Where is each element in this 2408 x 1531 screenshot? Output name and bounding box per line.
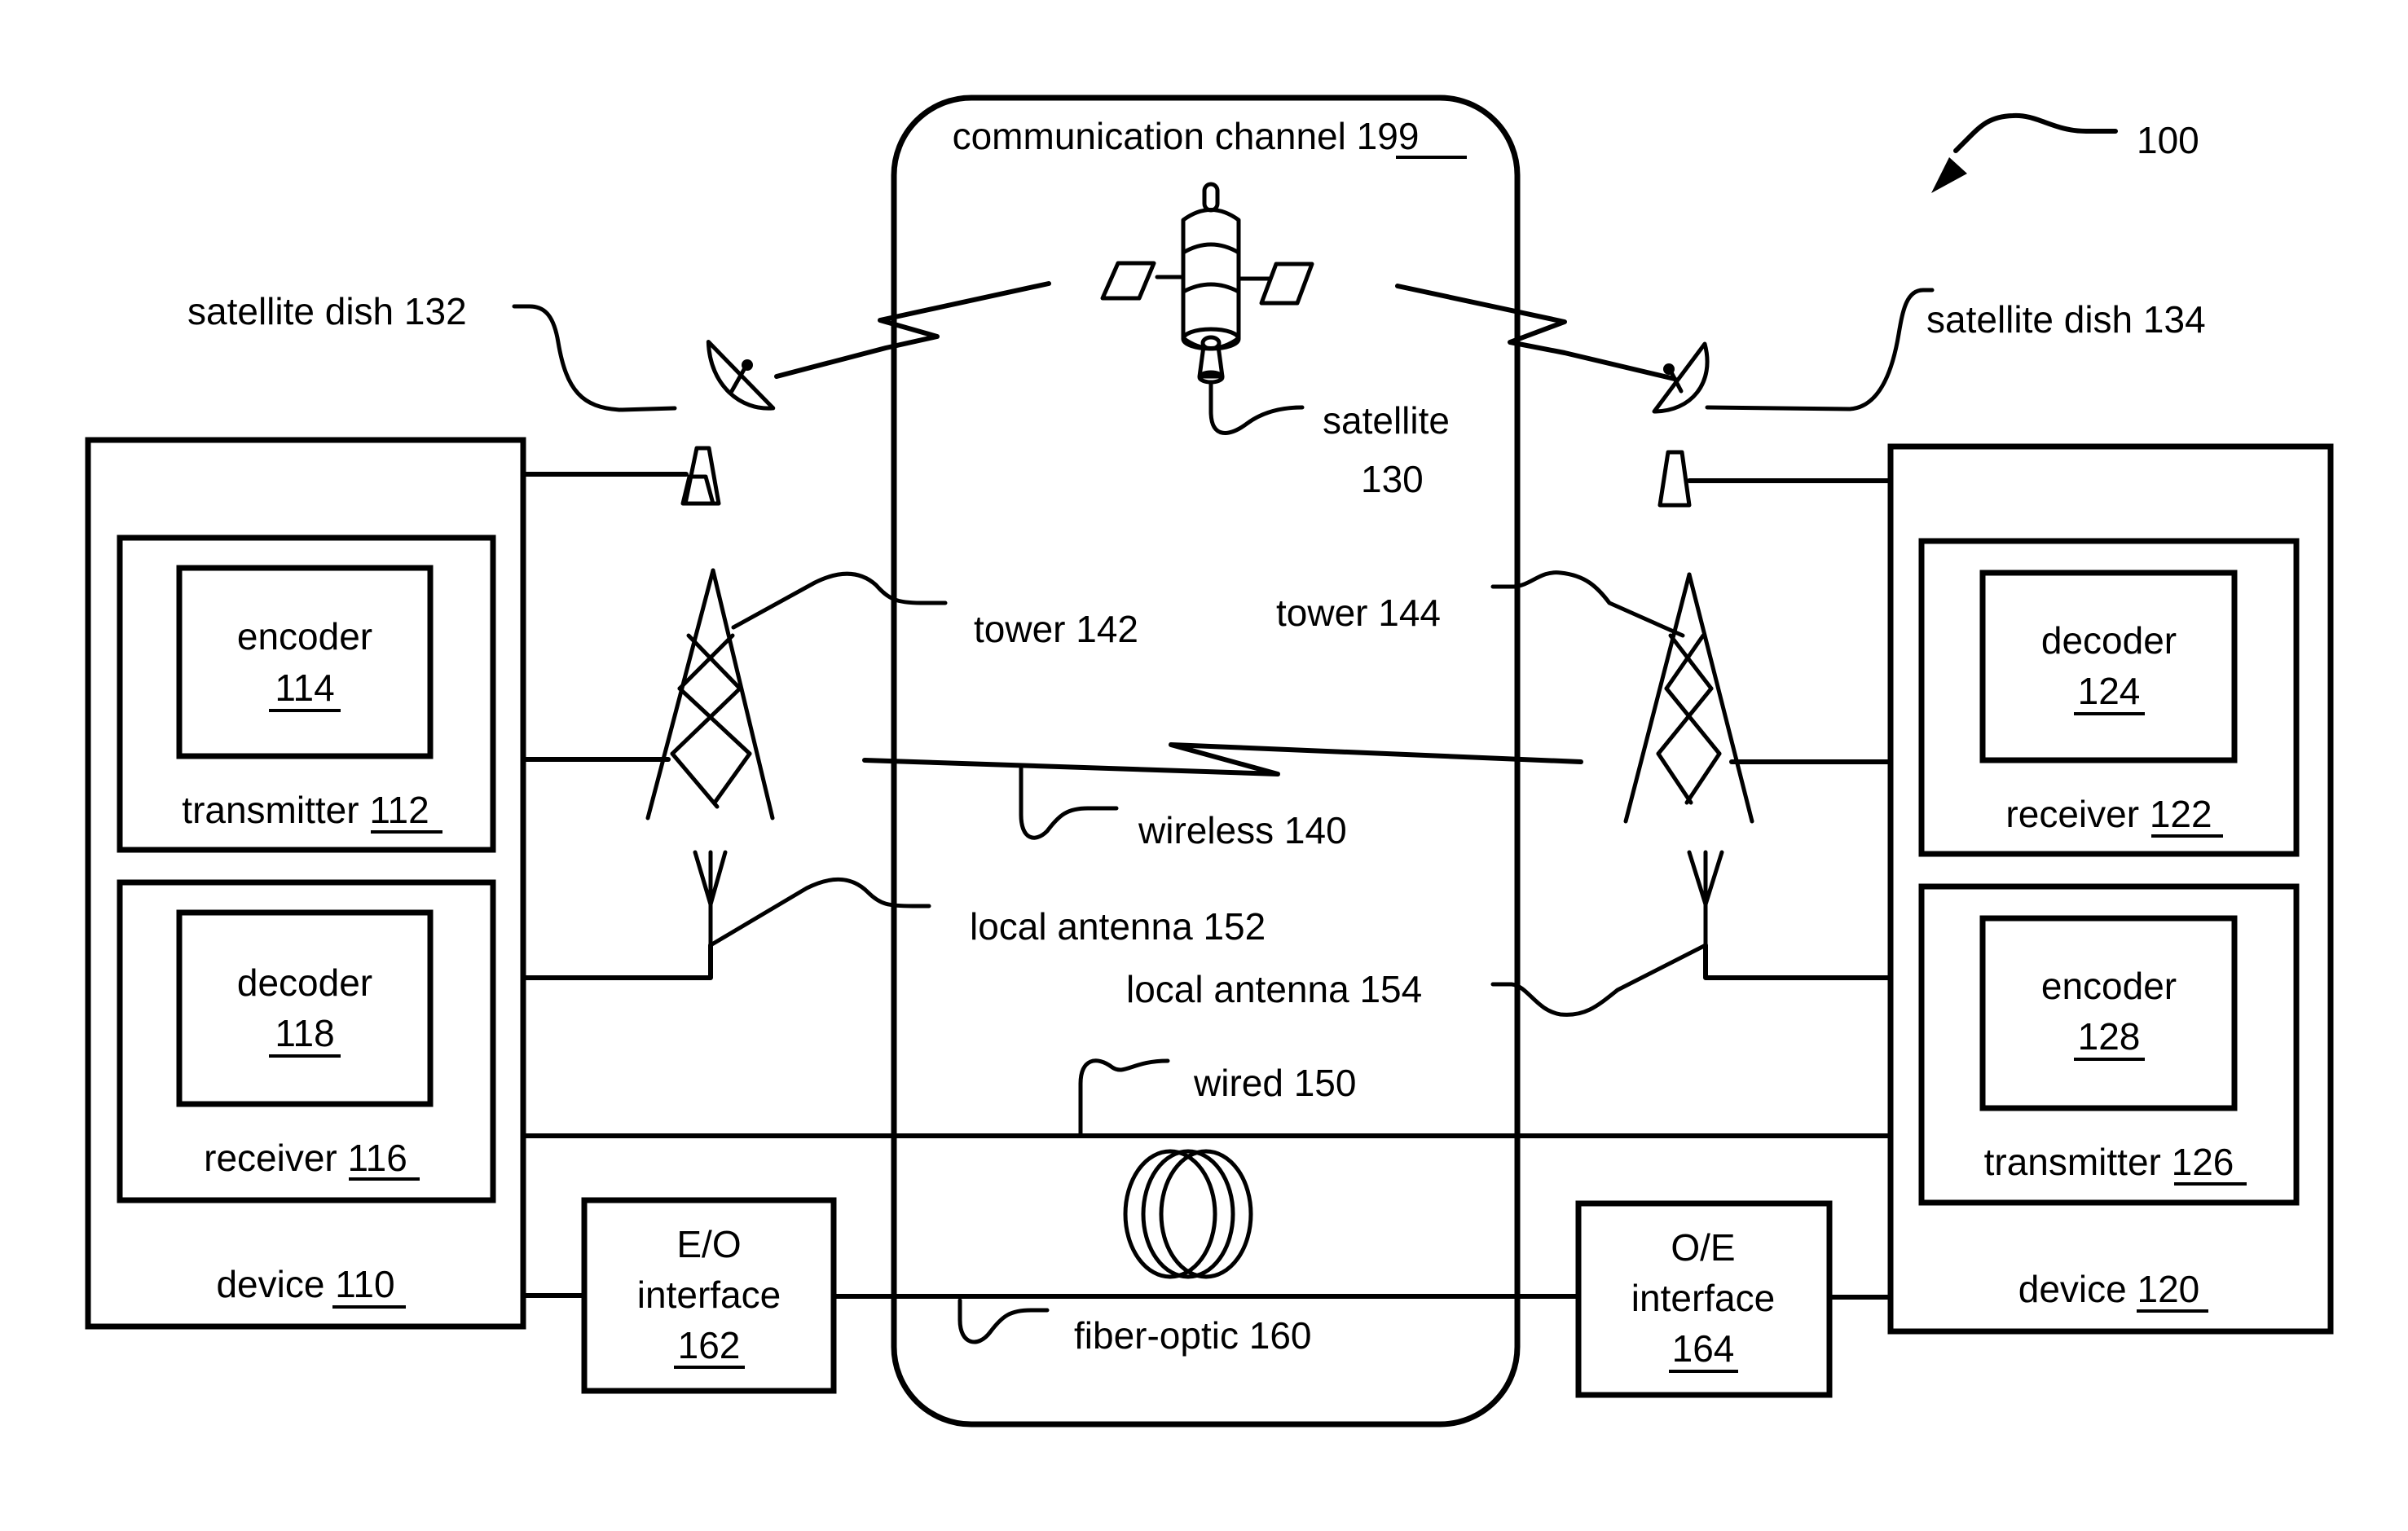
- reference-arrow-head: [1931, 157, 1967, 193]
- local-antenna-right-label: local antenna 154: [1126, 968, 1422, 1010]
- wireless-leader: [1019, 766, 1119, 840]
- encoder-114-ref: 114: [275, 667, 334, 709]
- local-antenna-right-leader: [1490, 943, 1708, 1017]
- satellite-panel-left: [1100, 261, 1156, 301]
- receiver-122-label: receiver 122: [2005, 793, 2212, 835]
- local-antenna-left-label: local antenna 152: [970, 905, 1266, 948]
- reference-arrow-line: [1953, 112, 2118, 153]
- communication-system-diagram: communication channel 199 100 satellite …: [85, 95, 2334, 1428]
- oe-interface-line2: interface: [1631, 1277, 1775, 1319]
- oe-interface-line1: O/E: [1671, 1226, 1735, 1269]
- channel-label: communication channel 199: [953, 115, 1420, 157]
- satellite-dish-right-leader: [1705, 288, 1935, 411]
- fiber-optic-leader: [957, 1298, 1050, 1344]
- tower-right-icon: [1623, 572, 1754, 824]
- tower-left-leader: [731, 571, 948, 630]
- device-left-label: device 110: [216, 1263, 394, 1305]
- satellite-leader: [1208, 381, 1305, 435]
- channel-ref: 199: [1357, 115, 1420, 157]
- encoder-114-label: encoder: [237, 615, 372, 658]
- decoder-118-box: [176, 909, 434, 1107]
- encoder-114-box: [176, 565, 434, 759]
- decoder-118-ref: 118: [275, 1012, 334, 1054]
- satellite-link-left: [774, 281, 1051, 379]
- wireless-link: [862, 742, 1583, 776]
- transmitter-126-label: transmitter 126: [1984, 1141, 2234, 1183]
- eo-interface-162: E/O interface 162: [581, 1197, 837, 1394]
- satellite-panel-right: [1259, 262, 1314, 306]
- eo-interface-ref: 162: [678, 1324, 741, 1366]
- device-120: device 120 receiver 122 decoder 124 tran…: [1887, 443, 2334, 1335]
- local-antenna-right-connection: [1703, 943, 1893, 980]
- encoder-128-ref: 128: [2078, 1015, 2141, 1058]
- encoder-128-box: [1979, 915, 2238, 1111]
- transmitter-112-label: transmitter 112: [182, 789, 429, 831]
- fiber-optic-coil-icon: [1123, 1149, 1253, 1279]
- device-right-label: device 120: [2018, 1268, 2200, 1310]
- oe-interface-ref: 164: [1672, 1327, 1735, 1370]
- decoder-124-box: [1979, 570, 2238, 763]
- satellite-icon: [1100, 182, 1314, 435]
- satellite-antenna: [1202, 182, 1220, 213]
- satellite-ref: 130: [1361, 458, 1424, 500]
- decoder-124-label: decoder: [2041, 619, 2177, 662]
- tower-left-icon: [645, 568, 775, 820]
- satellite-dish-left-label: satellite dish 132: [187, 290, 467, 332]
- tower-right-label: tower 144: [1276, 592, 1441, 634]
- eo-interface-line2: interface: [637, 1274, 781, 1316]
- wired-label: wired 150: [1193, 1062, 1356, 1104]
- decoder-118-label: decoder: [237, 961, 372, 1004]
- local-antenna-left-connection: [521, 943, 713, 980]
- device-110: device 110 transmitter 112 encoder 114 r…: [85, 437, 526, 1330]
- figure-reference-number: 100: [2137, 119, 2199, 161]
- tower-right-leader: [1490, 570, 1685, 638]
- wireless-label: wireless 140: [1138, 809, 1347, 851]
- encoder-128-label: encoder: [2041, 965, 2177, 1007]
- satellite-label: satellite: [1323, 399, 1450, 442]
- receiver-116-label: receiver 116: [204, 1137, 407, 1179]
- wired-leader: [1078, 1058, 1170, 1138]
- tower-left-label: tower 142: [974, 608, 1138, 650]
- satellite-dish-right-label: satellite dish 134: [1926, 298, 2206, 341]
- satellite-link-right: [1395, 284, 1677, 381]
- satellite-dish-left-icon: [680, 340, 776, 506]
- eo-interface-line1: E/O: [676, 1223, 741, 1265]
- figure-reference: 100: [1931, 112, 2199, 193]
- fiber-optic-label: fiber-optic 160: [1074, 1314, 1312, 1357]
- satellite-dish-left-leader: [512, 304, 677, 412]
- decoder-124-ref: 124: [2078, 670, 2141, 712]
- oe-interface-164: O/E interface 164: [1575, 1200, 1833, 1398]
